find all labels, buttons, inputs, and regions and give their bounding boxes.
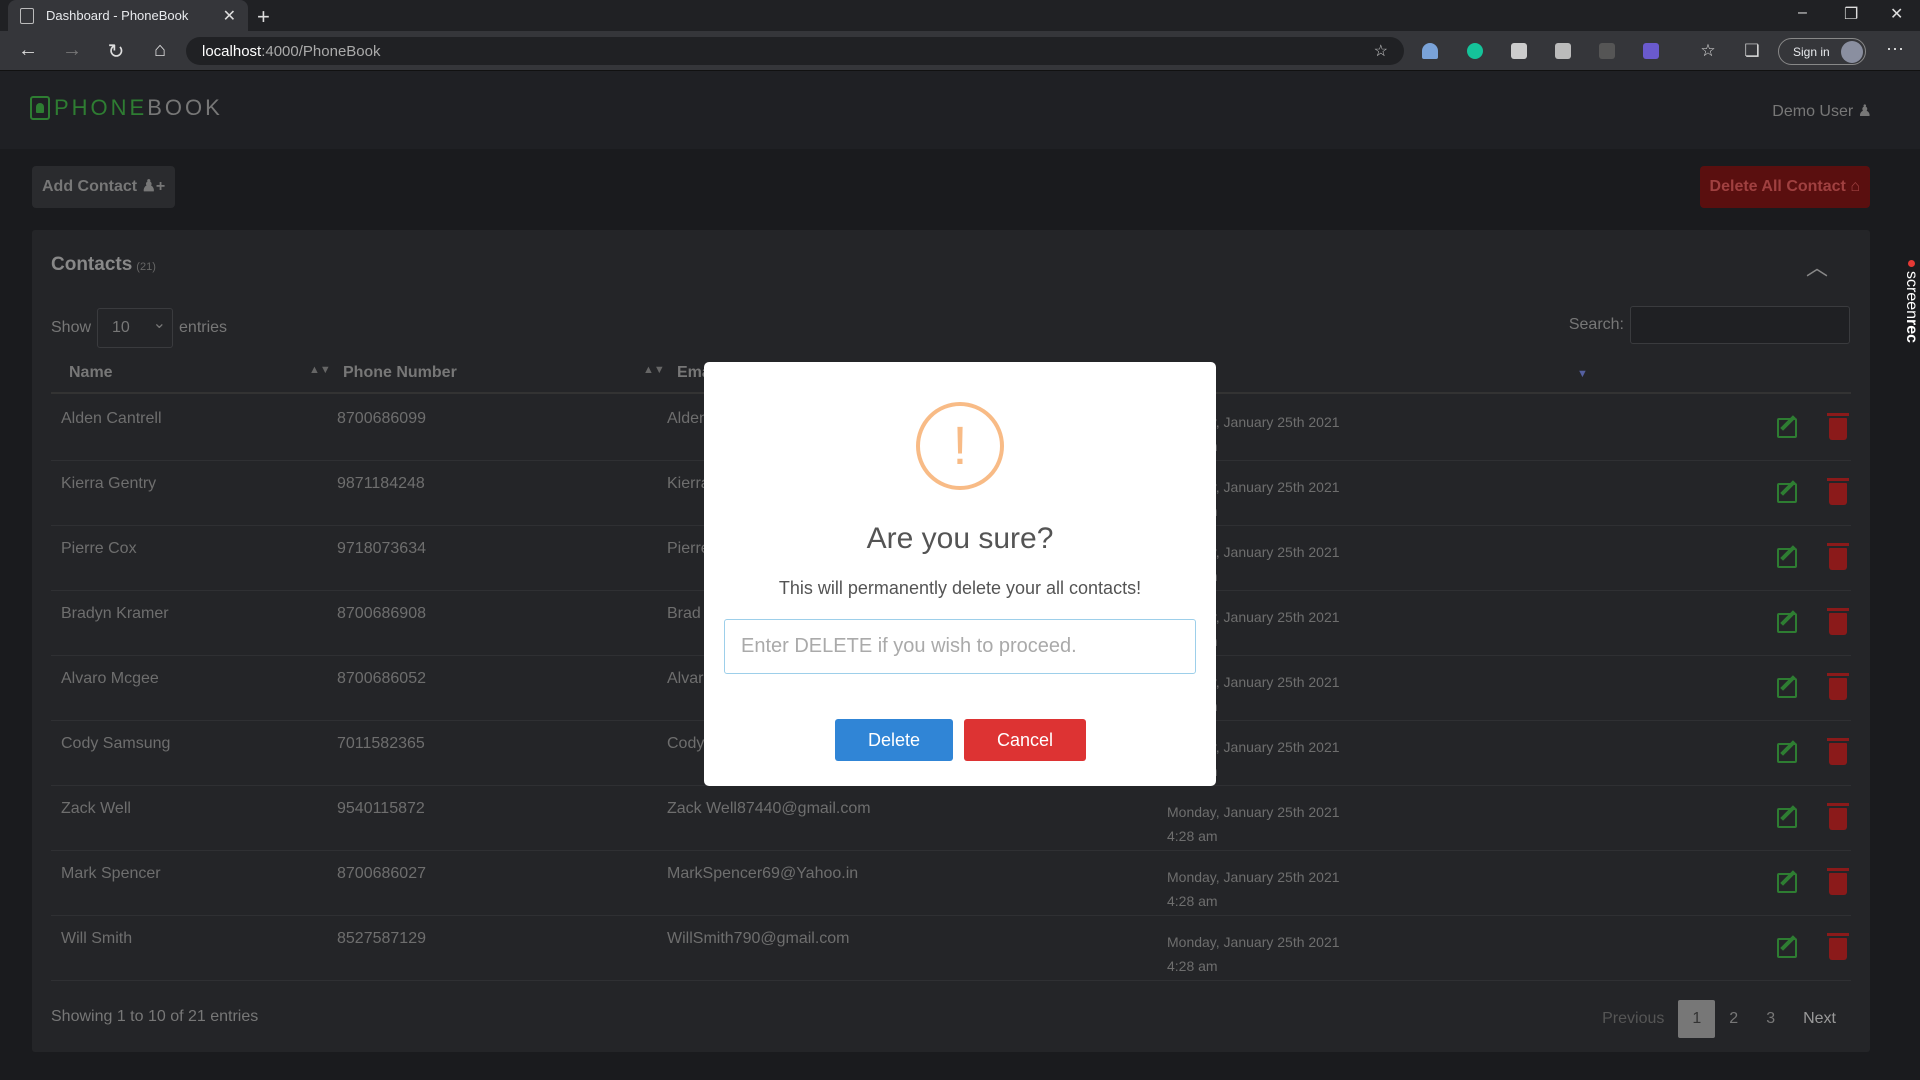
screenrec-rec: rec [1903, 319, 1920, 344]
cancel-button[interactable]: Cancel [964, 719, 1087, 761]
sign-in-label: Sign in [1793, 45, 1830, 59]
url-field[interactable]: i localhost:4000/PhoneBook ☆ [186, 37, 1404, 831]
confirm-dialog: ! Are you sure? This will permanently de… [704, 362, 1216, 786]
restore-icon[interactable]: ❐ [1844, 4, 1858, 24]
close-tab-icon[interactable]: ✕ [223, 6, 236, 26]
screenrec-badge[interactable]: screenrec [1900, 260, 1920, 343]
extension-bracket-icon[interactable] [1599, 43, 1615, 59]
extension-puzzle-icon[interactable] [1555, 43, 1571, 59]
tab-title: Dashboard - PhoneBook [46, 8, 189, 23]
extension-grammarly-icon[interactable] [1467, 43, 1483, 59]
extension-k-icon[interactable] [1511, 43, 1527, 59]
more-menu-icon[interactable]: ⋯ [1886, 39, 1904, 60]
window-close-icon[interactable]: ✕ [1890, 4, 1903, 24]
screenrec-screen: screen [1903, 271, 1920, 320]
extension-braces-icon[interactable] [1643, 43, 1659, 59]
dialog-title: Are you sure? [866, 522, 1054, 555]
browser-tabbar: Dashboard - PhoneBook ✕ + – ❐ ✕ [0, 0, 1920, 31]
collections-icon[interactable]: ❏ [1740, 41, 1764, 61]
extension-cloud-icon[interactable] [1422, 43, 1438, 59]
delete-button[interactable]: Delete [835, 719, 954, 761]
new-tab-icon[interactable]: + [257, 4, 270, 30]
browser-tab[interactable]: Dashboard - PhoneBook ✕ [8, 0, 248, 31]
home-icon[interactable]: ⌂ [148, 39, 172, 62]
profile-avatar [1841, 41, 1863, 63]
url-host: localhost [202, 42, 262, 60]
record-dot-icon [1907, 260, 1915, 267]
dialog-text: This will permanently delete your all co… [778, 578, 1142, 598]
page-icon [20, 7, 34, 24]
forward-icon[interactable]: → [60, 39, 84, 62]
warning-icon: ! [916, 402, 1004, 490]
confirm-delete-input[interactable] [724, 619, 1196, 674]
address-bar-row: ← → ↻ ⌂ i localhost:4000/PhoneBook ☆ ☆ ❏… [0, 31, 1920, 831]
url-path: :4000/PhoneBook [261, 42, 381, 60]
back-icon[interactable]: ← [16, 39, 40, 62]
favorites-icon[interactable]: ☆ [1696, 41, 1720, 61]
sign-in-button[interactable]: Sign in [1778, 38, 1866, 65]
minimize-icon[interactable]: – [1798, 4, 1807, 22]
favorite-star-icon[interactable]: ☆ [1374, 41, 1388, 61]
reload-icon[interactable]: ↻ [104, 39, 128, 64]
